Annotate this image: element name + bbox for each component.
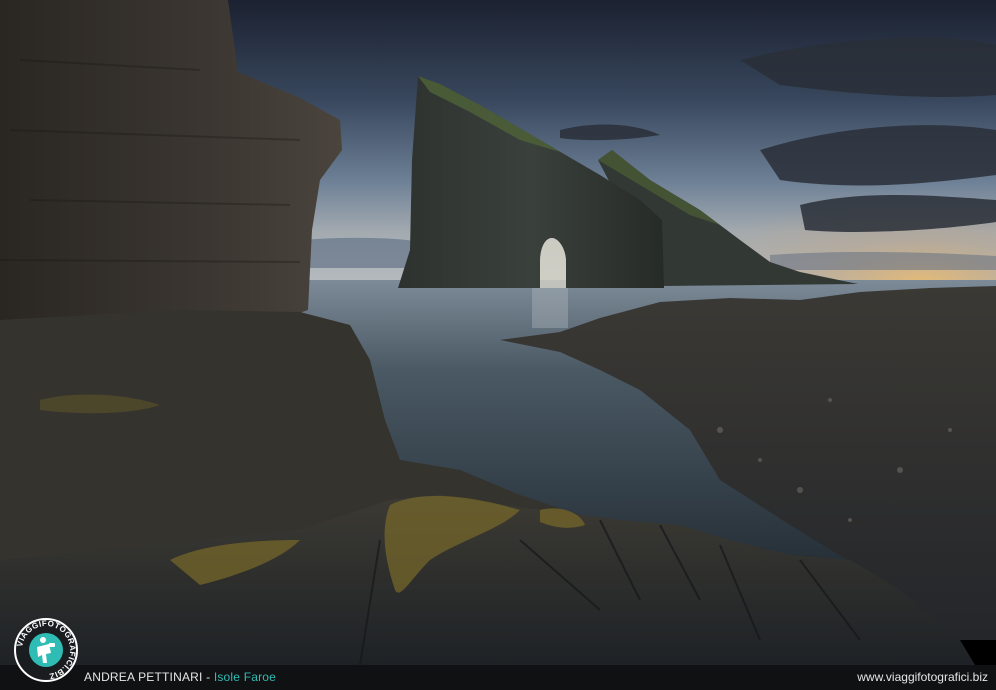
landscape-photo [0, 0, 996, 665]
location-name: Isole Faroe [213, 670, 277, 684]
distant-clouds-low [300, 237, 420, 268]
website-link[interactable]: www.viaggifotografici.biz [857, 670, 988, 685]
caption-credit: ANDREA PETTINARI - Isole Faroe [84, 670, 276, 685]
caption-separator: - [202, 670, 214, 684]
author-name: ANDREA PETTINARI [84, 670, 203, 684]
photo-caption-bar: ANDREA PETTINARI - Isole Faroe www.viagg… [0, 665, 996, 690]
watermark-logo: VIAGGIFOTOGRAFICI.BIZ [13, 617, 79, 683]
